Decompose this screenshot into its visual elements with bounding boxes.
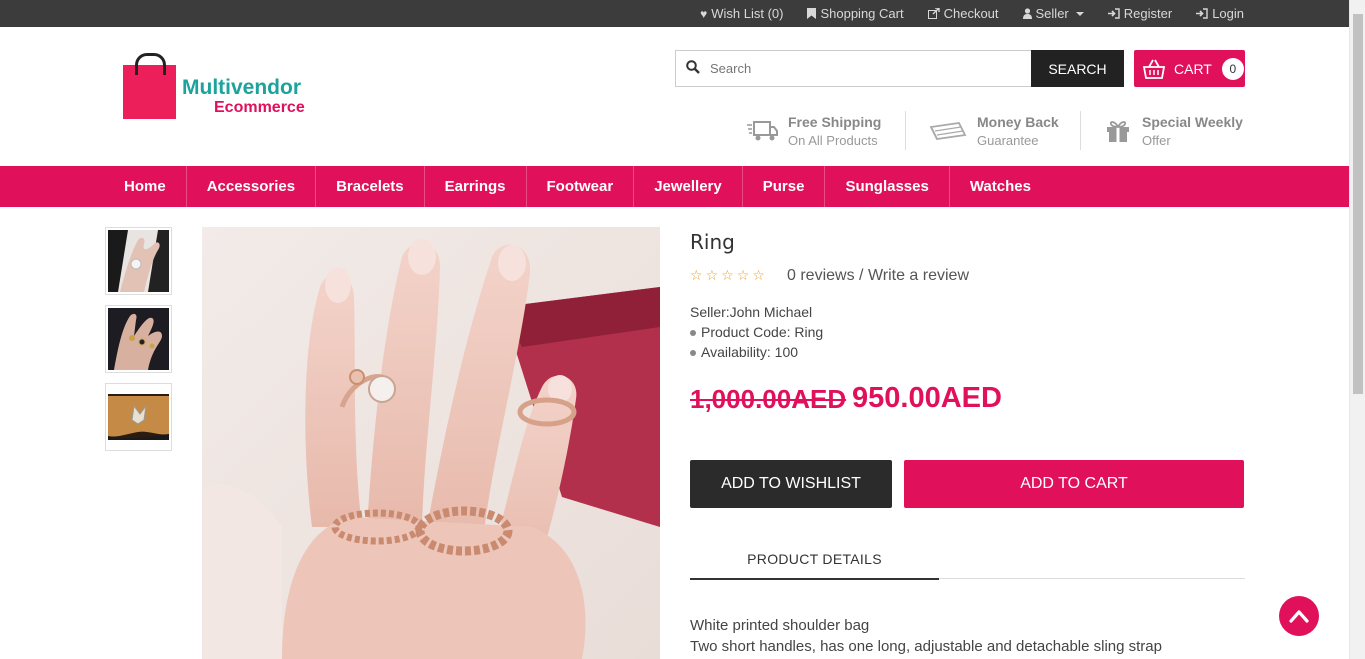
caret-down-icon	[1075, 11, 1084, 16]
feature-subtitle: On All Products	[788, 133, 878, 148]
description-line: White printed shoulder bag	[690, 617, 870, 634]
register-link-label: Register	[1123, 6, 1173, 21]
nav-item-accessories[interactable]: Accessories	[187, 166, 317, 207]
wishlist-link[interactable]: ♥ Wish List (0)	[700, 6, 783, 21]
tab-product-details[interactable]: PRODUCT DETAILS	[690, 540, 939, 580]
add-to-cart-button[interactable]: ADD TO CART	[904, 460, 1244, 508]
write-review-link[interactable]: Write a review	[868, 267, 969, 284]
cart-count-badge: 0	[1221, 57, 1244, 80]
thumbnail-image	[108, 386, 169, 448]
new-price: 950.00AED	[852, 382, 1002, 414]
star-empty-icon: ☆	[721, 267, 734, 283]
feature-title: Special Weekly	[1142, 114, 1243, 130]
product-code-row: Product Code: Ring	[690, 324, 823, 340]
product-thumbnail[interactable]	[105, 227, 172, 295]
scrollbar-thumb[interactable]	[1353, 14, 1363, 394]
heart-icon: ♥	[700, 6, 708, 21]
feature-divider	[1080, 111, 1081, 150]
user-icon	[1022, 8, 1032, 19]
logo-text-primary: Multivendor	[182, 76, 301, 99]
search-button[interactable]: SEARCH	[1031, 50, 1124, 87]
nav-item-purse[interactable]: Purse	[743, 166, 826, 207]
feature-text: Special Weekly Offer	[1142, 114, 1243, 148]
nav-item-sunglasses[interactable]: Sunglasses	[825, 166, 950, 207]
thumbnail-image	[108, 308, 169, 370]
search-box	[675, 50, 1032, 87]
checkout-link-label: Checkout	[943, 6, 999, 21]
site-logo[interactable]: Multivendor Ecommerce	[121, 53, 321, 121]
old-price: 1,000.00AED	[690, 384, 847, 414]
feature-text: Free Shipping On All Products	[788, 114, 881, 148]
feature-text: Money Back Guarantee	[977, 114, 1059, 148]
bag-handle	[135, 53, 166, 75]
seller-info: Seller:John Michael	[690, 304, 813, 320]
sign-in-icon	[1107, 8, 1120, 19]
feature-title: Free Shipping	[788, 114, 882, 130]
share-icon	[927, 8, 940, 19]
availability-row: Availability: 100	[690, 344, 798, 360]
feature-subtitle: Guarantee	[977, 133, 1039, 148]
feature-subtitle: Offer	[1142, 133, 1171, 148]
shopping-cart-link[interactable]: Shopping Cart	[807, 6, 904, 21]
bookmark-icon	[807, 8, 817, 19]
shopping-cart-link-label: Shopping Cart	[820, 6, 904, 21]
reviews-line: 0 reviews / Write a review	[787, 267, 969, 285]
seller-dropdown[interactable]: Seller	[1022, 6, 1084, 21]
register-link[interactable]: Register	[1107, 6, 1173, 21]
page-scrollbar[interactable]	[1349, 0, 1365, 659]
feature-money-back: Money Back Guarantee	[929, 112, 1059, 150]
rating-stars: ☆ ☆ ☆ ☆ ☆	[690, 267, 765, 284]
reviews-link[interactable]: 0 reviews	[787, 267, 855, 284]
basket-icon	[1142, 59, 1166, 79]
star-empty-icon: ☆	[736, 267, 750, 283]
nav-item-earrings[interactable]: Earrings	[425, 166, 527, 207]
chevron-up-icon	[1289, 610, 1309, 623]
search-icon	[676, 60, 710, 77]
nav-item-jewellery[interactable]: Jewellery	[634, 166, 743, 207]
cart-button[interactable]: CART 0	[1134, 50, 1245, 87]
search-input[interactable]	[710, 61, 1020, 76]
top-bar: ♥ Wish List (0) Shopping Cart Checkout S…	[0, 0, 1349, 27]
availability: Availability: 100	[701, 344, 799, 360]
bullet-icon	[690, 330, 696, 337]
feature-title: Money Back	[977, 114, 1059, 130]
nav-item-watches[interactable]: Watches	[950, 166, 1051, 207]
money-icon	[929, 119, 967, 143]
product-main-image[interactable]	[202, 227, 660, 659]
truck-icon	[746, 119, 778, 143]
login-link[interactable]: Login	[1196, 6, 1244, 21]
nav-item-footwear[interactable]: Footwear	[527, 166, 635, 207]
product-thumbnail[interactable]	[105, 305, 172, 373]
wishlist-link-label: Wish List (0)	[711, 6, 784, 21]
scroll-to-top-button[interactable]	[1279, 596, 1319, 636]
star-empty-icon: ☆	[752, 267, 765, 283]
seller-dropdown-label: Seller	[1035, 6, 1069, 21]
checkout-link[interactable]: Checkout	[927, 6, 999, 21]
product-code: Product Code: Ring	[701, 324, 824, 340]
feature-free-shipping: Free Shipping On All Products	[746, 112, 881, 150]
feature-divider	[905, 111, 906, 150]
gift-icon	[1104, 119, 1132, 143]
product-thumbnail[interactable]	[105, 383, 172, 451]
top-links: ♥ Wish List (0) Shopping Cart Checkout S…	[700, 0, 1244, 27]
sign-in-icon	[1196, 8, 1208, 19]
nav-item-home[interactable]: Home	[104, 166, 187, 207]
main-nav: Home Accessories Bracelets Earrings Foot…	[0, 166, 1349, 207]
product-title: Ring	[690, 230, 735, 254]
bullet-icon	[690, 350, 696, 357]
thumbnail-image	[108, 230, 169, 292]
cart-label: CART	[1174, 60, 1212, 77]
star-empty-icon: ☆	[690, 267, 703, 283]
nav-item-bracelets[interactable]: Bracelets	[316, 166, 425, 207]
login-link-label: Login	[1212, 6, 1244, 21]
description-line: Two short handles, has one long, adjusta…	[690, 638, 1162, 655]
logo-text-secondary: Ecommerce	[214, 99, 305, 116]
feature-special-weekly: Special Weekly Offer	[1104, 112, 1243, 150]
star-empty-icon: ☆	[705, 267, 719, 283]
reviews-separator: /	[859, 267, 864, 284]
add-to-wishlist-button[interactable]: ADD TO WISHLIST	[690, 460, 892, 508]
shopping-bag-icon	[123, 53, 176, 119]
